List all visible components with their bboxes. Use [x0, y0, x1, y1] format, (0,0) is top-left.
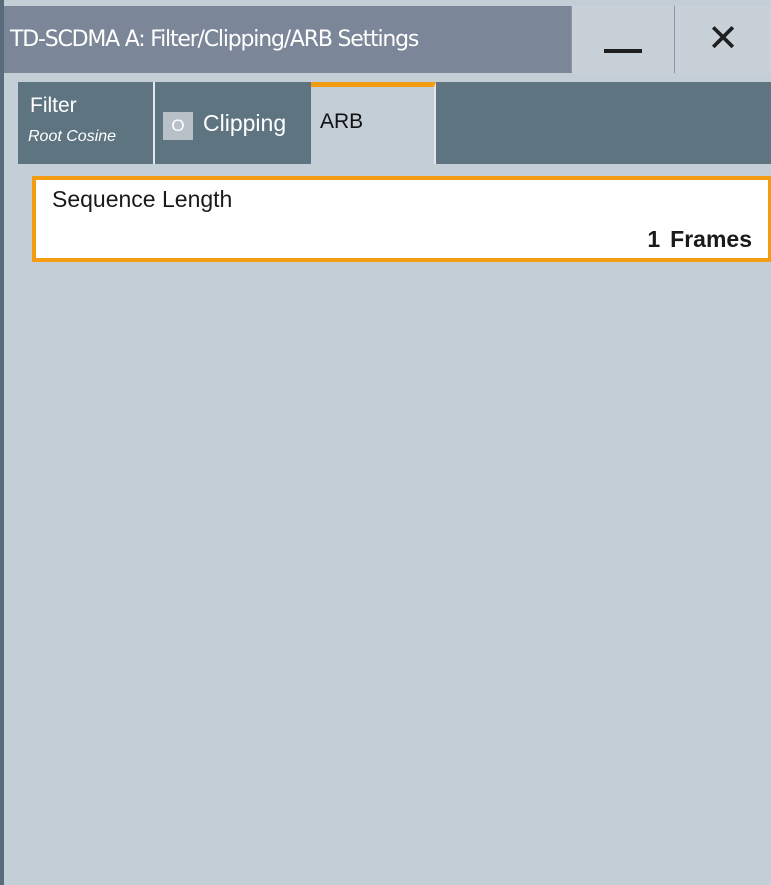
tab-filter[interactable]: Filter Root Cosine	[18, 82, 155, 164]
sequence-length-unit: Frames	[670, 226, 752, 252]
clipping-state-checkbox[interactable]: O	[163, 112, 193, 140]
tab-filter-sublabel: Root Cosine	[28, 128, 117, 145]
tab-arb-label: ARB	[320, 110, 364, 133]
title-bar: TD-SCDMA A: Filter/Clipping/ARB Settings…	[4, 6, 771, 73]
filter-clipping-arb-dialog: TD-SCDMA A: Filter/Clipping/ARB Settings…	[0, 0, 771, 885]
tab-bar: Filter Root Cosine O Clipping ARB	[18, 82, 771, 164]
sequence-length-value-display: 1 Frames	[647, 226, 752, 253]
minimize-button[interactable]	[571, 6, 674, 73]
tab-clipping-label: Clipping	[203, 110, 287, 136]
tab-arb[interactable]: ARB	[311, 82, 436, 164]
minimize-icon	[604, 49, 642, 53]
tab-clipping[interactable]: O Clipping	[155, 82, 311, 164]
dialog-title: TD-SCDMA A: Filter/Clipping/ARB Settings	[10, 27, 419, 52]
sequence-length-field[interactable]: Sequence Length 1 Frames	[32, 176, 771, 262]
close-button[interactable]: ✕	[674, 6, 771, 73]
sequence-length-value: 1	[647, 226, 661, 252]
sequence-length-label: Sequence Length	[52, 186, 233, 212]
tab-filter-label: Filter	[30, 94, 77, 117]
close-icon: ✕	[707, 18, 739, 60]
